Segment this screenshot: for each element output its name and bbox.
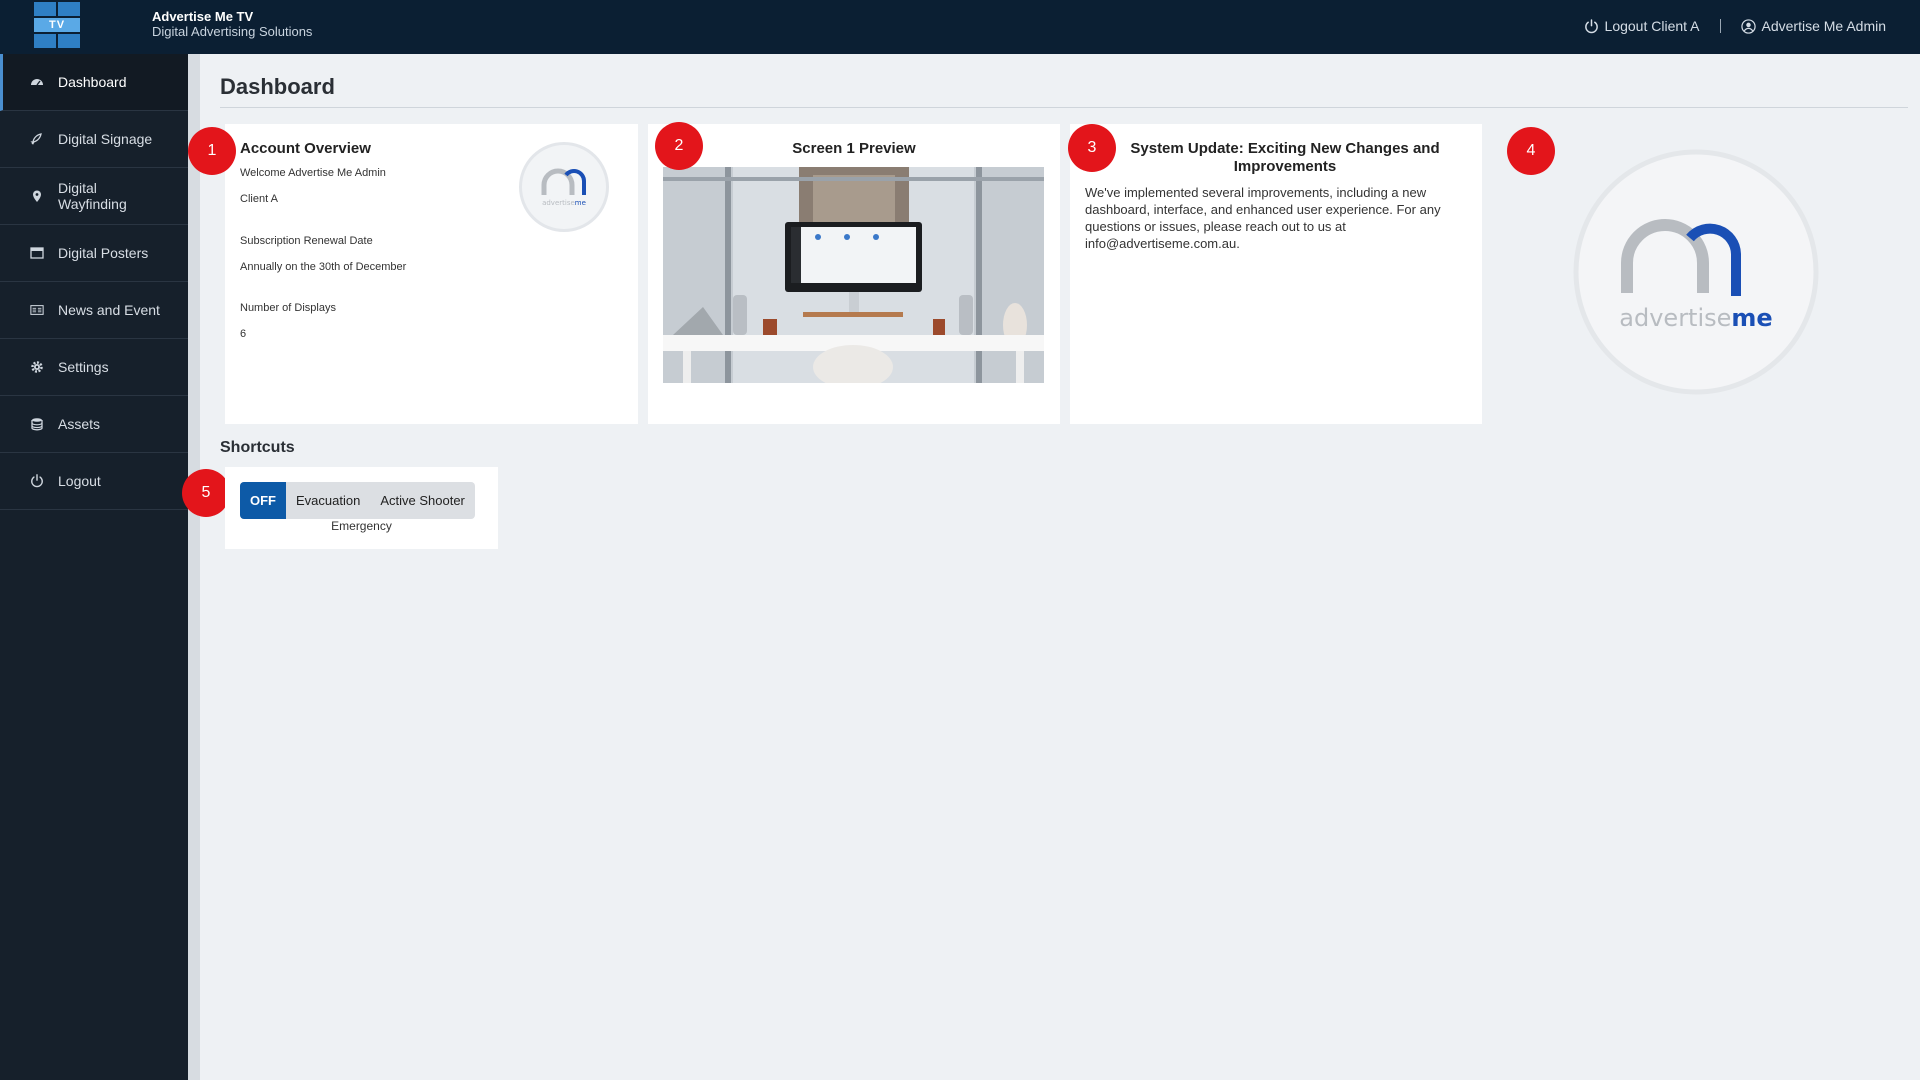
sidebar-item-label: Dashboard <box>58 74 127 90</box>
app-logo[interactable]: TV <box>34 2 80 48</box>
sidebar-item-dashboard[interactable]: Dashboard <box>0 54 188 111</box>
user-name: Advertise Me Admin <box>1761 18 1887 34</box>
logout-client-label: Logout Client A <box>1604 18 1700 34</box>
app-name: Advertise Me TV <box>152 9 254 24</box>
step-badge-1: 1 <box>188 127 236 175</box>
shortcuts-card: OFF Evacuation Active Shooter Emergency <box>225 467 498 549</box>
evacuation-button[interactable]: Evacuation <box>286 482 370 519</box>
app-tagline: Digital Advertising Solutions <box>152 24 313 39</box>
brand: Advertise Me TV Digital Advertising Solu… <box>152 9 312 39</box>
svg-text:advertiseme: advertiseme <box>1619 304 1772 332</box>
title-divider <box>220 107 1908 108</box>
step-badge-3: 3 <box>1068 124 1116 172</box>
header-actions: Logout Client A Advertise Me Admin <box>1584 18 1886 34</box>
step-badge-5: 5 <box>182 469 230 517</box>
logo-suffix: me <box>1731 304 1772 332</box>
step-badge-2: 2 <box>655 122 703 170</box>
page-title: Dashboard <box>220 74 335 99</box>
power-icon <box>30 474 44 488</box>
logout-client-link[interactable]: Logout Client A <box>1584 18 1700 34</box>
power-icon <box>1584 18 1598 33</box>
logo-prefix: advertise <box>1619 304 1731 332</box>
dashboard-icon <box>30 75 44 89</box>
system-update-title: System Update: Exciting New Changes and … <box>1130 140 1440 175</box>
system-update-body: We've implemented several improvements, … <box>1085 185 1441 251</box>
map-pin-icon <box>30 189 44 203</box>
renewal-value: Annually on the 30th of December <box>240 261 407 273</box>
emergency-toggle-group: OFF Evacuation Active Shooter <box>240 482 475 519</box>
rocket-icon <box>30 132 44 146</box>
top-bar: TV Advertise Me TV Digital Advertising S… <box>0 0 1920 54</box>
sidebar-item-digital-signage[interactable]: Digital Signage <box>0 111 188 168</box>
user-menu[interactable]: Advertise Me Admin <box>1740 18 1887 34</box>
gear-icon <box>30 360 44 374</box>
displays-label: Number of Displays <box>240 302 336 314</box>
displays-value: 6 <box>240 328 247 340</box>
client-name: Client A <box>240 193 278 205</box>
sidebar-item-assets[interactable]: Assets <box>0 396 188 453</box>
sidebar-item-label: Digital Posters <box>58 245 149 261</box>
screen-preview-image[interactable] <box>663 167 1044 383</box>
sidebar: Dashboard Digital Signage Digital Wayfin… <box>0 54 188 1080</box>
system-update-card: System Update: Exciting New Changes and … <box>1070 124 1482 424</box>
sidebar-item-news-and-event[interactable]: News and Event <box>0 282 188 339</box>
active-shooter-button[interactable]: Active Shooter <box>370 482 475 519</box>
sidebar-item-settings[interactable]: Settings <box>0 339 188 396</box>
logo-text: TV <box>34 18 80 32</box>
company-logo-small: advertiseme <box>519 142 609 232</box>
poster-icon <box>30 246 44 260</box>
emergency-caption: Emergency <box>331 519 392 533</box>
sidebar-scroll-edge <box>188 54 200 1080</box>
emergency-off-button[interactable]: OFF <box>240 482 286 519</box>
sidebar-item-digital-wayfinding[interactable]: Digital Wayfinding <box>0 168 188 225</box>
screen-preview-title: Screen 1 Preview <box>792 140 916 157</box>
sidebar-item-label: Digital Signage <box>58 131 153 147</box>
header-divider <box>1719 19 1721 33</box>
welcome-text: Welcome Advertise Me Admin <box>240 167 386 179</box>
sidebar-item-label: Digital Wayfinding <box>58 180 127 212</box>
sidebar-item-digital-posters[interactable]: Digital Posters <box>0 225 188 282</box>
svg-text:advertiseme: advertiseme <box>542 199 586 207</box>
renewal-label: Subscription Renewal Date <box>240 235 373 247</box>
sidebar-item-label: Assets <box>58 416 101 432</box>
step-badge-4: 4 <box>1507 127 1555 175</box>
company-logo-large: advertiseme <box>1572 148 1820 396</box>
sidebar-item-label: Logout <box>58 473 101 489</box>
account-overview-card: Account Overview Welcome Advertise Me Ad… <box>225 124 638 424</box>
account-overview-title: Account Overview <box>240 140 371 157</box>
newspaper-icon <box>30 303 44 317</box>
screen-preview-card[interactable]: Screen 1 Preview <box>648 124 1060 424</box>
sidebar-item-label: Settings <box>58 359 109 375</box>
sidebar-item-label: News and Event <box>58 302 160 318</box>
sidebar-item-logout[interactable]: Logout <box>0 453 188 510</box>
shortcuts-title: Shortcuts <box>220 439 295 456</box>
database-icon <box>30 417 44 431</box>
user-circle-icon <box>1740 18 1756 34</box>
